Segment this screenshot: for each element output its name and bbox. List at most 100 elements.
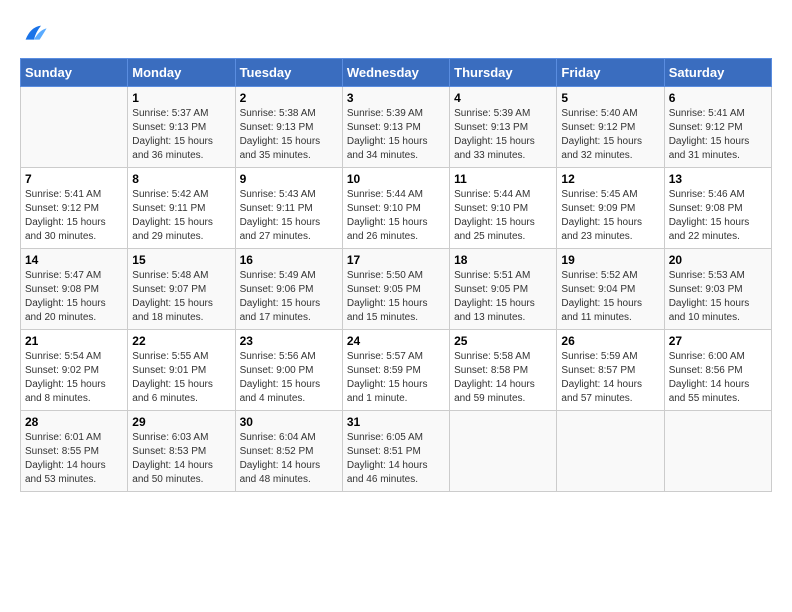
day-cell: 13 Sunrise: 5:46 AM Sunset: 9:08 PM Dayli… xyxy=(664,168,771,249)
weekday-header-thursday: Thursday xyxy=(450,59,557,87)
day-number: 25 xyxy=(454,334,552,348)
weekday-header-tuesday: Tuesday xyxy=(235,59,342,87)
day-cell: 22Sunrise: 5:55 AM Sunset: 9:01 PM Dayli… xyxy=(128,330,235,411)
day-info: Sunrise: 5:58 AM Sunset: 8:58 PM Dayligh… xyxy=(454,350,552,406)
calendar-header: SundayMondayTuesdayWednesdayThursdayFrid… xyxy=(21,59,772,87)
day-info: Sunrise: 5:54 AM Sunset: 9:02 PM Dayligh… xyxy=(25,350,123,406)
day-info: Sunrise: 6:00 AM Sunset: 8:56 PM Dayligh… xyxy=(669,350,767,406)
day-cell: 14Sunrise: 5:47 AM Sunset: 9:08 PM Dayli… xyxy=(21,249,128,330)
day-number: 16 xyxy=(240,253,338,267)
day-number: 7 xyxy=(25,172,123,186)
day-cell: 19 Sunrise: 5:52 AM Sunset: 9:04 PM Dayli… xyxy=(557,249,664,330)
day-info: Sunrise: 5:38 AM Sunset: 9:13 PM Dayligh… xyxy=(240,107,338,163)
day-info: Sunrise: 5:56 AM Sunset: 9:00 PM Dayligh… xyxy=(240,350,338,406)
day-info: Sunrise: 5:44 AM Sunset: 9:10 PM Dayligh… xyxy=(347,188,445,244)
day-number: 1 xyxy=(132,91,230,105)
day-info: Sunrise: 5:43 AM Sunset: 9:11 PM Dayligh… xyxy=(240,188,338,244)
day-number: 3 xyxy=(347,91,445,105)
day-info: Sunrise: 5:37 AM Sunset: 9:13 PM Dayligh… xyxy=(132,107,230,163)
day-number: 13 xyxy=(669,172,767,186)
logo xyxy=(20,20,52,48)
day-cell: 21 Sunrise: 5:54 AM Sunset: 9:02 PM Dayli… xyxy=(21,330,128,411)
day-info: Sunrise: 5:39 AM Sunset: 9:13 PM Dayligh… xyxy=(347,107,445,163)
day-info: Sunrise: 6:01 AM Sunset: 8:55 PM Dayligh… xyxy=(25,431,123,487)
day-info: Sunrise: 5:46 AM Sunset: 9:08 PM Dayligh… xyxy=(669,188,767,244)
day-cell: 8Sunrise: 5:42 AM Sunset: 9:11 PM Daylig… xyxy=(128,168,235,249)
day-cell: 28Sunrise: 6:01 AM Sunset: 8:55 PM Dayli… xyxy=(21,411,128,492)
day-info: Sunrise: 5:39 AM Sunset: 9:13 PM Dayligh… xyxy=(454,107,552,163)
day-number: 26 xyxy=(561,334,659,348)
day-info: Sunrise: 5:41 AM Sunset: 9:12 PM Dayligh… xyxy=(25,188,123,244)
day-number: 27 xyxy=(669,334,767,348)
day-number: 11 xyxy=(454,172,552,186)
day-info: Sunrise: 5:47 AM Sunset: 9:08 PM Dayligh… xyxy=(25,269,123,325)
calendar-table: SundayMondayTuesdayWednesdayThursdayFrid… xyxy=(20,58,772,492)
day-cell: 11 Sunrise: 5:44 AM Sunset: 9:10 PM Dayli… xyxy=(450,168,557,249)
day-number: 6 xyxy=(669,91,767,105)
day-cell: 26 Sunrise: 5:59 AM Sunset: 8:57 PM Dayli… xyxy=(557,330,664,411)
day-number: 12 xyxy=(561,172,659,186)
day-cell: 20 Sunrise: 5:53 AM Sunset: 9:03 PM Dayli… xyxy=(664,249,771,330)
day-cell: 15Sunrise: 5:48 AM Sunset: 9:07 PM Dayli… xyxy=(128,249,235,330)
day-number: 5 xyxy=(561,91,659,105)
day-number: 29 xyxy=(132,415,230,429)
week-row-5: 28Sunrise: 6:01 AM Sunset: 8:55 PM Dayli… xyxy=(21,411,772,492)
day-cell: 16Sunrise: 5:49 AM Sunset: 9:06 PM Dayli… xyxy=(235,249,342,330)
week-row-3: 14Sunrise: 5:47 AM Sunset: 9:08 PM Dayli… xyxy=(21,249,772,330)
day-cell xyxy=(21,87,128,168)
day-info: Sunrise: 5:55 AM Sunset: 9:01 PM Dayligh… xyxy=(132,350,230,406)
day-info: Sunrise: 5:52 AM Sunset: 9:04 PM Dayligh… xyxy=(561,269,659,325)
day-cell xyxy=(450,411,557,492)
week-row-4: 21 Sunrise: 5:54 AM Sunset: 9:02 PM Dayli… xyxy=(21,330,772,411)
day-number: 17 xyxy=(347,253,445,267)
day-cell: 17Sunrise: 5:50 AM Sunset: 9:05 PM Dayli… xyxy=(342,249,449,330)
day-info: Sunrise: 5:48 AM Sunset: 9:07 PM Dayligh… xyxy=(132,269,230,325)
day-cell: 12 Sunrise: 5:45 AM Sunset: 9:09 PM Dayli… xyxy=(557,168,664,249)
day-cell: 18 Sunrise: 5:51 AM Sunset: 9:05 PM Dayli… xyxy=(450,249,557,330)
day-info: Sunrise: 6:05 AM Sunset: 8:51 PM Dayligh… xyxy=(347,431,445,487)
day-info: Sunrise: 5:53 AM Sunset: 9:03 PM Dayligh… xyxy=(669,269,767,325)
calendar-body: 1 Sunrise: 5:37 AM Sunset: 9:13 PM Daylig… xyxy=(21,87,772,492)
day-cell: 4 Sunrise: 5:39 AM Sunset: 9:13 PM Daylig… xyxy=(450,87,557,168)
day-number: 30 xyxy=(240,415,338,429)
header xyxy=(20,20,772,48)
day-cell: 1 Sunrise: 5:37 AM Sunset: 9:13 PM Daylig… xyxy=(128,87,235,168)
day-cell: 31 Sunrise: 6:05 AM Sunset: 8:51 PM Dayli… xyxy=(342,411,449,492)
weekday-header-sunday: Sunday xyxy=(21,59,128,87)
day-info: Sunrise: 5:40 AM Sunset: 9:12 PM Dayligh… xyxy=(561,107,659,163)
day-number: 8 xyxy=(132,172,230,186)
day-cell: 25 Sunrise: 5:58 AM Sunset: 8:58 PM Dayli… xyxy=(450,330,557,411)
day-cell: 10 Sunrise: 5:44 AM Sunset: 9:10 PM Dayli… xyxy=(342,168,449,249)
day-cell: 2Sunrise: 5:38 AM Sunset: 9:13 PM Daylig… xyxy=(235,87,342,168)
day-info: Sunrise: 6:04 AM Sunset: 8:52 PM Dayligh… xyxy=(240,431,338,487)
day-number: 18 xyxy=(454,253,552,267)
day-number: 24 xyxy=(347,334,445,348)
day-number: 23 xyxy=(240,334,338,348)
day-number: 20 xyxy=(669,253,767,267)
day-number: 21 xyxy=(25,334,123,348)
weekday-header-wednesday: Wednesday xyxy=(342,59,449,87)
day-cell xyxy=(557,411,664,492)
day-cell: 24 Sunrise: 5:57 AM Sunset: 8:59 PM Dayli… xyxy=(342,330,449,411)
day-number: 31 xyxy=(347,415,445,429)
weekday-header-saturday: Saturday xyxy=(664,59,771,87)
day-cell: 29 Sunrise: 6:03 AM Sunset: 8:53 PM Dayli… xyxy=(128,411,235,492)
day-info: Sunrise: 6:03 AM Sunset: 8:53 PM Dayligh… xyxy=(132,431,230,487)
weekday-header-friday: Friday xyxy=(557,59,664,87)
day-cell xyxy=(664,411,771,492)
day-cell: 27 Sunrise: 6:00 AM Sunset: 8:56 PM Dayli… xyxy=(664,330,771,411)
day-cell: 5 Sunrise: 5:40 AM Sunset: 9:12 PM Daylig… xyxy=(557,87,664,168)
week-row-2: 7 Sunrise: 5:41 AM Sunset: 9:12 PM Daylig… xyxy=(21,168,772,249)
day-info: Sunrise: 5:59 AM Sunset: 8:57 PM Dayligh… xyxy=(561,350,659,406)
day-number: 19 xyxy=(561,253,659,267)
day-info: Sunrise: 5:44 AM Sunset: 9:10 PM Dayligh… xyxy=(454,188,552,244)
day-info: Sunrise: 5:45 AM Sunset: 9:09 PM Dayligh… xyxy=(561,188,659,244)
day-cell: 6Sunrise: 5:41 AM Sunset: 9:12 PM Daylig… xyxy=(664,87,771,168)
day-info: Sunrise: 5:57 AM Sunset: 8:59 PM Dayligh… xyxy=(347,350,445,406)
day-cell: 23 Sunrise: 5:56 AM Sunset: 9:00 PM Dayli… xyxy=(235,330,342,411)
day-info: Sunrise: 5:51 AM Sunset: 9:05 PM Dayligh… xyxy=(454,269,552,325)
day-cell: 3 Sunrise: 5:39 AM Sunset: 9:13 PM Daylig… xyxy=(342,87,449,168)
day-number: 10 xyxy=(347,172,445,186)
week-row-1: 1 Sunrise: 5:37 AM Sunset: 9:13 PM Daylig… xyxy=(21,87,772,168)
day-number: 4 xyxy=(454,91,552,105)
